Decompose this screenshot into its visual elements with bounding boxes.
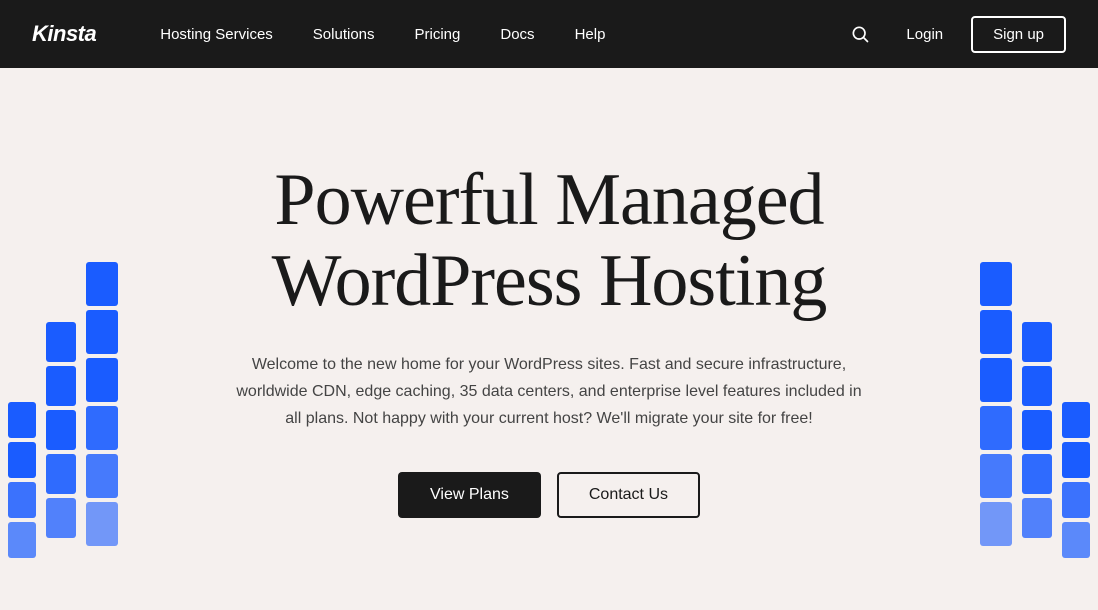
- contact-us-button[interactable]: Contact Us: [557, 472, 700, 518]
- hero-title: Powerful Managed WordPress Hosting: [272, 160, 827, 323]
- view-plans-button[interactable]: View Plans: [398, 472, 541, 518]
- nav-link-help[interactable]: Help: [559, 18, 622, 51]
- logo[interactable]: Kinsta: [32, 21, 96, 47]
- hero-section: Powerful Managed WordPress Hosting Welco…: [0, 68, 1098, 610]
- hero-title-line1: Powerful Managed: [274, 159, 823, 241]
- hero-buttons: View Plans Contact Us: [398, 472, 700, 518]
- hero-title-line2: WordPress Hosting: [272, 240, 827, 322]
- navbar: Kinsta Hosting Services Solutions Pricin…: [0, 0, 1098, 68]
- search-icon: [850, 24, 870, 44]
- nav-links: Hosting Services Solutions Pricing Docs …: [144, 18, 842, 51]
- login-link[interactable]: Login: [894, 18, 955, 51]
- signup-button[interactable]: Sign up: [971, 16, 1066, 53]
- deco-right: [968, 190, 1098, 610]
- hero-subtitle: Welcome to the new home for your WordPre…: [229, 351, 869, 433]
- nav-link-pricing[interactable]: Pricing: [399, 18, 477, 51]
- nav-link-solutions[interactable]: Solutions: [297, 18, 391, 51]
- nav-link-docs[interactable]: Docs: [484, 18, 550, 51]
- nav-actions: Login Sign up: [842, 16, 1066, 53]
- deco-left: [0, 190, 130, 610]
- search-button[interactable]: [842, 16, 878, 52]
- nav-link-hosting-services[interactable]: Hosting Services: [144, 18, 289, 51]
